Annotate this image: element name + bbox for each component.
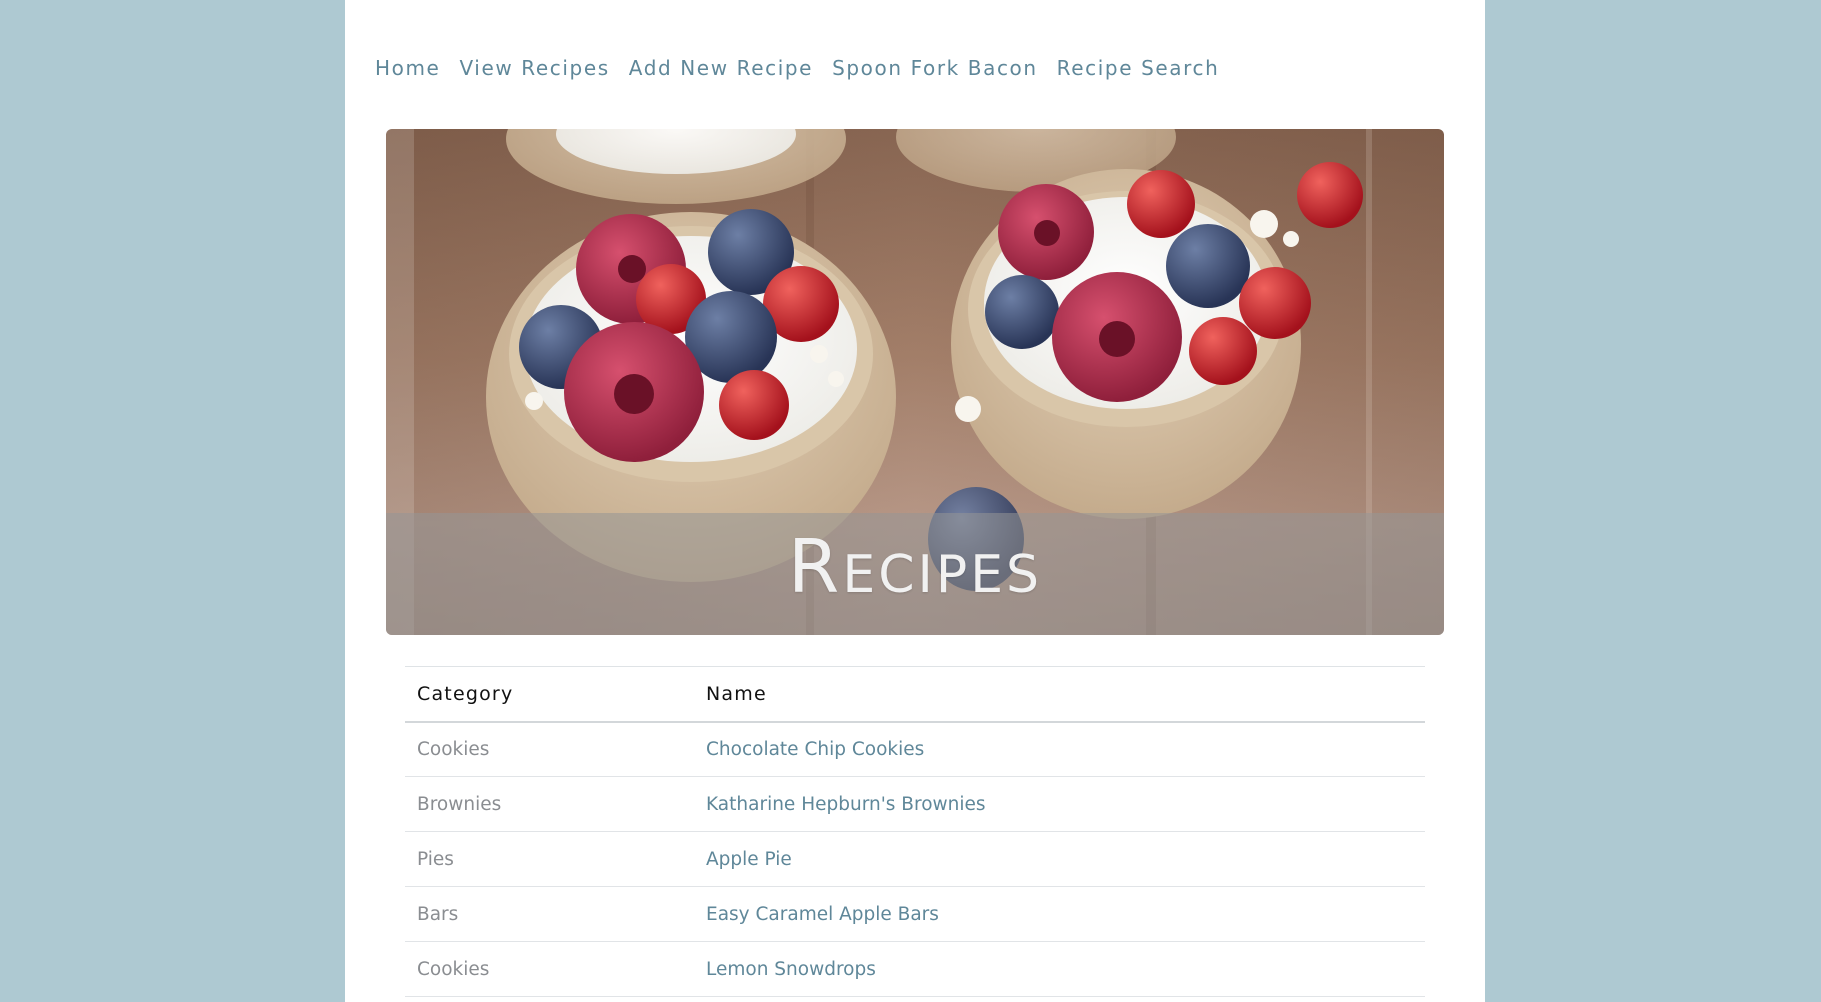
nav-link-recipe-search[interactable]: Recipe Search — [1057, 56, 1220, 80]
table-row: Brownies Katharine Hepburn's Brownies — [405, 776, 1425, 832]
column-header-name: Name — [694, 666, 1425, 723]
page-container: Home View Recipes Add New Recipe Spoon F… — [345, 0, 1485, 1002]
recipe-link[interactable]: Chocolate Chip Cookies — [706, 739, 924, 760]
name-cell: Lemon Snowdrops — [694, 941, 1425, 997]
nav-item-view-recipes: View Recipes — [459, 56, 609, 80]
category-cell: Cookies — [405, 941, 694, 997]
name-cell: Apple Pie — [694, 831, 1425, 887]
nav-item-recipe-search: Recipe Search — [1057, 56, 1220, 80]
nav-link-add-new-recipe[interactable]: Add New Recipe — [629, 56, 813, 80]
category-cell: Bars — [405, 886, 694, 942]
name-cell: Chocolate Chip Cookies — [694, 721, 1425, 777]
nav-item-spoon-fork-bacon: Spoon Fork Bacon — [832, 56, 1038, 80]
nav-item-home: Home — [375, 56, 440, 80]
recipe-link[interactable]: Easy Caramel Apple Bars — [706, 904, 939, 925]
page-title: Recipes — [787, 524, 1043, 610]
recipes-table: Category Name Cookies Chocolate Chip Coo… — [405, 666, 1425, 997]
table-header-row: Category Name — [405, 666, 1425, 723]
nav-link-home[interactable]: Home — [375, 56, 440, 80]
category-cell: Cookies — [405, 721, 694, 777]
name-cell: Katharine Hepburn's Brownies — [694, 776, 1425, 832]
table-row: Bars Easy Caramel Apple Bars — [405, 886, 1425, 942]
category-cell: Brownies — [405, 776, 694, 832]
table-row: Cookies Chocolate Chip Cookies — [405, 721, 1425, 777]
recipe-link[interactable]: Lemon Snowdrops — [706, 959, 876, 980]
table-row: Pies Apple Pie — [405, 831, 1425, 887]
table-row: Cookies Lemon Snowdrops — [405, 941, 1425, 997]
name-cell: Easy Caramel Apple Bars — [694, 886, 1425, 942]
hero-banner: Recipes — [386, 129, 1444, 635]
nav-item-add-new-recipe: Add New Recipe — [629, 56, 813, 80]
nav-link-view-recipes[interactable]: View Recipes — [459, 56, 609, 80]
nav-link-spoon-fork-bacon[interactable]: Spoon Fork Bacon — [832, 56, 1038, 80]
main-nav: Home View Recipes Add New Recipe Spoon F… — [375, 56, 1219, 80]
column-header-category: Category — [405, 666, 694, 723]
recipe-link[interactable]: Apple Pie — [706, 849, 792, 870]
recipe-link[interactable]: Katharine Hepburn's Brownies — [706, 794, 986, 815]
right-tart — [951, 169, 1311, 519]
currant-berry — [1297, 162, 1363, 228]
category-cell: Pies — [405, 831, 694, 887]
